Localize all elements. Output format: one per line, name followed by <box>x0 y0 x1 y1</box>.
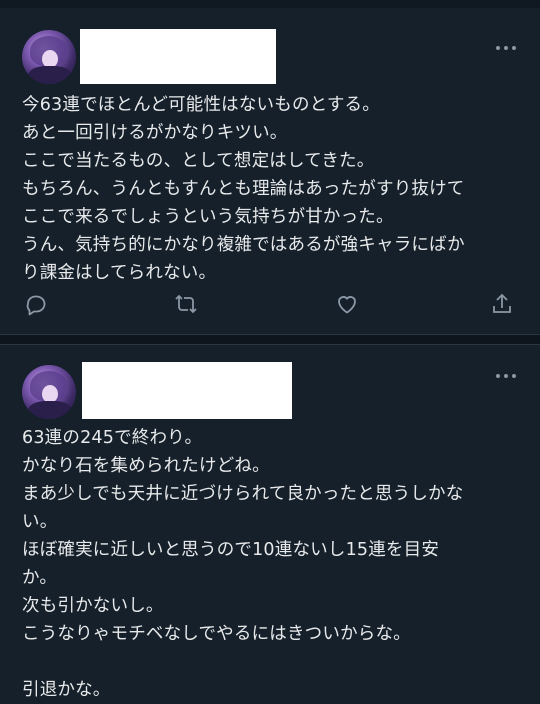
tweet-actions <box>0 290 540 318</box>
like-icon[interactable] <box>335 292 361 318</box>
tweet-divider <box>0 334 540 345</box>
tweet-2[interactable]: 63連の245で終わり。 かなり石を集められたけどね。 まあ少しでも天井に近づけ… <box>0 345 540 700</box>
share-icon[interactable] <box>490 292 516 318</box>
more-options-icon[interactable] <box>496 46 516 52</box>
tweet-text: 今63連でほとんど可能性はないものとする。 あと一回引けるがかなりキツい。 ここ… <box>22 95 465 283</box>
avatar[interactable] <box>22 30 76 84</box>
more-options-icon[interactable] <box>496 374 516 380</box>
retweet-icon[interactable] <box>174 292 200 318</box>
redacted-username <box>80 29 276 84</box>
tweet-1[interactable]: 今63連でほとんど可能性はないものとする。 あと一回引けるがかなりキツい。 ここ… <box>0 8 540 334</box>
top-edge <box>0 0 540 8</box>
reply-icon[interactable] <box>24 292 50 318</box>
tweet-text: 63連の245で終わり。 かなり石を集められたけどね。 まあ少しでも天井に近づけ… <box>22 428 464 700</box>
redacted-username <box>82 362 292 419</box>
avatar[interactable] <box>22 365 76 419</box>
